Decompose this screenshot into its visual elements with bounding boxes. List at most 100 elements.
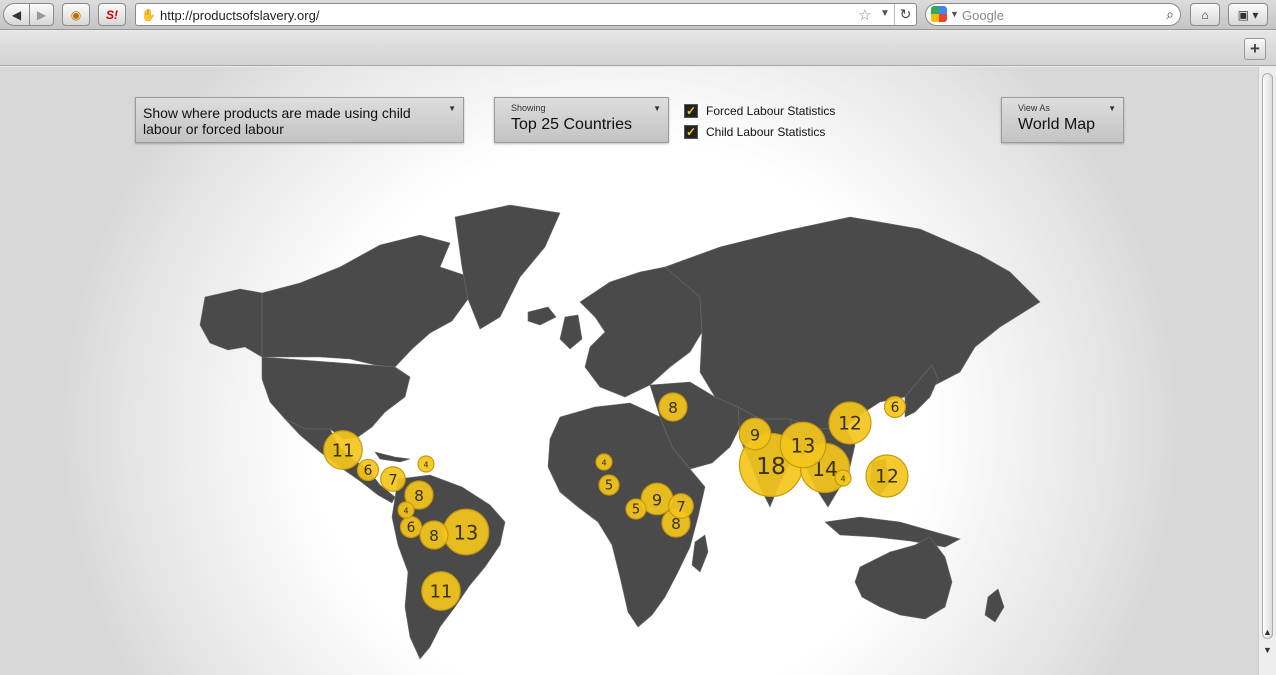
map-region-canada (261, 234, 471, 368)
map-region-australia (854, 536, 953, 620)
country-bubble[interactable]: 13 (442, 508, 490, 556)
country-bubble[interactable]: 4 (397, 501, 415, 519)
search-placeholder[interactable]: Google (962, 8, 1004, 23)
country-bubble-value: 9 (652, 491, 662, 510)
forced-labour-checkbox[interactable]: ✓ (684, 104, 698, 118)
world-map: 18 1413131212111199888877666554444 (199, 204, 1041, 660)
map-region-new-zealand (984, 588, 1005, 623)
country-bubble[interactable]: 5 (625, 498, 647, 520)
country-bubble-value: 9 (750, 426, 760, 445)
s-logo-icon: S! (106, 7, 118, 22)
scroll-up-icon[interactable]: ▲ (1263, 627, 1272, 637)
filter-dropdown-label: Show where products are made using child… (143, 105, 411, 137)
country-bubble-value: 4 (840, 475, 845, 484)
new-tab-button[interactable]: + (1244, 38, 1266, 60)
search-icon[interactable]: ⌕ (1166, 6, 1174, 23)
country-bubble-value: 6 (364, 463, 373, 479)
map-region-alaska (199, 288, 263, 358)
showing-value: Top 25 Countries (511, 116, 632, 133)
country-bubble[interactable]: 12 (828, 401, 872, 445)
map-region-indonesia (824, 516, 961, 548)
country-bubble[interactable]: 7 (668, 493, 694, 519)
tab-strip: + (0, 31, 1276, 66)
country-bubble[interactable]: 8 (419, 520, 449, 550)
map-region-iceland (527, 306, 557, 326)
map-region-madagascar (691, 534, 709, 573)
forward-button[interactable]: ▶ (29, 3, 54, 26)
view-as-value: World Map (1018, 116, 1096, 133)
browser-toolbar: ◀ ▶ ◉ S! ✋ http://productsofslavery.org/… (0, 0, 1276, 30)
url-text[interactable]: http://productsofslavery.org/ (160, 8, 319, 23)
country-bubble[interactable]: 11 (323, 430, 363, 470)
child-labour-checkbox[interactable]: ✓ (684, 125, 698, 139)
country-bubble-value: 4 (403, 507, 408, 516)
country-bubble-value: 13 (791, 435, 816, 458)
vertical-scrollbar[interactable]: ▲ ▼ (1258, 67, 1276, 675)
country-bubble[interactable]: 6 (399, 515, 423, 539)
country-bubble[interactable]: 8 (658, 392, 688, 422)
home-button[interactable]: ⌂ (1190, 3, 1220, 26)
country-bubble[interactable]: 13 (779, 421, 827, 469)
forward-arrow-icon: ▶ (36, 7, 47, 22)
country-bubble-value: 6 (407, 520, 416, 536)
eye-icon: ◉ (70, 7, 82, 22)
country-bubble-value: 11 (332, 441, 355, 462)
map-region-europe (579, 266, 703, 398)
country-bubble-value: 11 (430, 582, 453, 603)
scroll-down-icon[interactable]: ▼ (1263, 645, 1272, 655)
forced-labour-checkbox-row[interactable]: ✓ Forced Labour Statistics (684, 103, 835, 119)
view-as-dropdown[interactable]: View As World Map ▼ (1001, 97, 1124, 143)
country-bubble[interactable]: 6 (356, 458, 380, 482)
s-extension-button[interactable]: S! (98, 3, 126, 26)
filter-dropdown[interactable]: Show where products are made using child… (135, 97, 464, 143)
dropdown-caret-icon: ▼ (653, 104, 661, 113)
country-bubble-value: 6 (891, 400, 900, 416)
map-region-russia-asia (664, 216, 1041, 430)
forced-labour-checkbox-label[interactable]: Forced Labour Statistics (706, 104, 835, 118)
country-bubble-value: 4 (601, 459, 606, 468)
hand-favicon-icon: ✋ (141, 8, 156, 22)
country-bubble[interactable]: 4 (595, 453, 613, 471)
country-bubble-value: 5 (632, 503, 640, 518)
country-bubble[interactable]: 12 (865, 454, 909, 498)
view-as-caption: View As (1018, 103, 1050, 113)
country-bubble[interactable]: 4 (417, 455, 435, 473)
search-engine-dropdown-icon[interactable]: ▼ (950, 9, 959, 19)
bookmark-star-icon[interactable]: ☆ (858, 6, 871, 24)
world-map-land (199, 204, 1041, 660)
country-bubble[interactable]: 6 (883, 395, 907, 419)
child-labour-checkbox-label[interactable]: Child Labour Statistics (706, 125, 825, 139)
country-bubble-value: 18 (756, 452, 786, 480)
country-bubble[interactable]: 9 (738, 417, 772, 451)
url-dropdown-icon[interactable]: ▼ (880, 8, 890, 19)
country-bubble[interactable]: 5 (598, 474, 620, 496)
eye-extension-button[interactable]: ◉ (62, 3, 90, 26)
country-bubble-value: 5 (605, 479, 613, 494)
url-bar[interactable]: ✋ http://productsofslavery.org/ ☆ ▼ ↻ (135, 3, 917, 26)
back-button[interactable]: ◀ (3, 3, 30, 26)
scrollbar-thumb[interactable] (1262, 73, 1273, 639)
country-bubble-value: 13 (454, 522, 479, 545)
country-bubble-value: 8 (414, 487, 424, 505)
home-icon: ⌂ (1201, 7, 1209, 22)
country-bubble[interactable]: 11 (421, 571, 461, 611)
map-region-uk (559, 314, 583, 350)
showing-dropdown[interactable]: Showing Top 25 Countries ▼ (494, 97, 669, 143)
country-bubble-value: 12 (875, 467, 899, 488)
country-bubble-value: 4 (423, 461, 428, 470)
google-icon[interactable] (931, 6, 947, 22)
reload-icon[interactable]: ↻ (894, 4, 916, 25)
country-bubble-value: 12 (838, 414, 862, 435)
showing-caption: Showing (511, 103, 546, 113)
search-bar[interactable]: ▼ Google ⌕ (925, 3, 1181, 26)
child-labour-checkbox-row[interactable]: ✓ Child Labour Statistics (684, 124, 825, 140)
country-bubble-value: 8 (668, 399, 678, 417)
bookmarks-menu-button[interactable]: ▣ ▾ (1228, 3, 1268, 26)
dropdown-caret-icon: ▼ (448, 104, 456, 113)
country-bubble-value: 7 (676, 499, 685, 516)
country-bubble[interactable]: 4 (834, 469, 852, 487)
dropdown-caret-icon: ▼ (1108, 104, 1116, 113)
page-content: 18 14 13 13 12 12 11 11 9 9 8 8 8 8 7 7 6 6 6 5 5 4 4 4 4 Show w… (0, 67, 1258, 675)
country-bubble[interactable]: 7 (380, 466, 406, 492)
bookmarks-icon: ▣ ▾ (1237, 7, 1259, 22)
